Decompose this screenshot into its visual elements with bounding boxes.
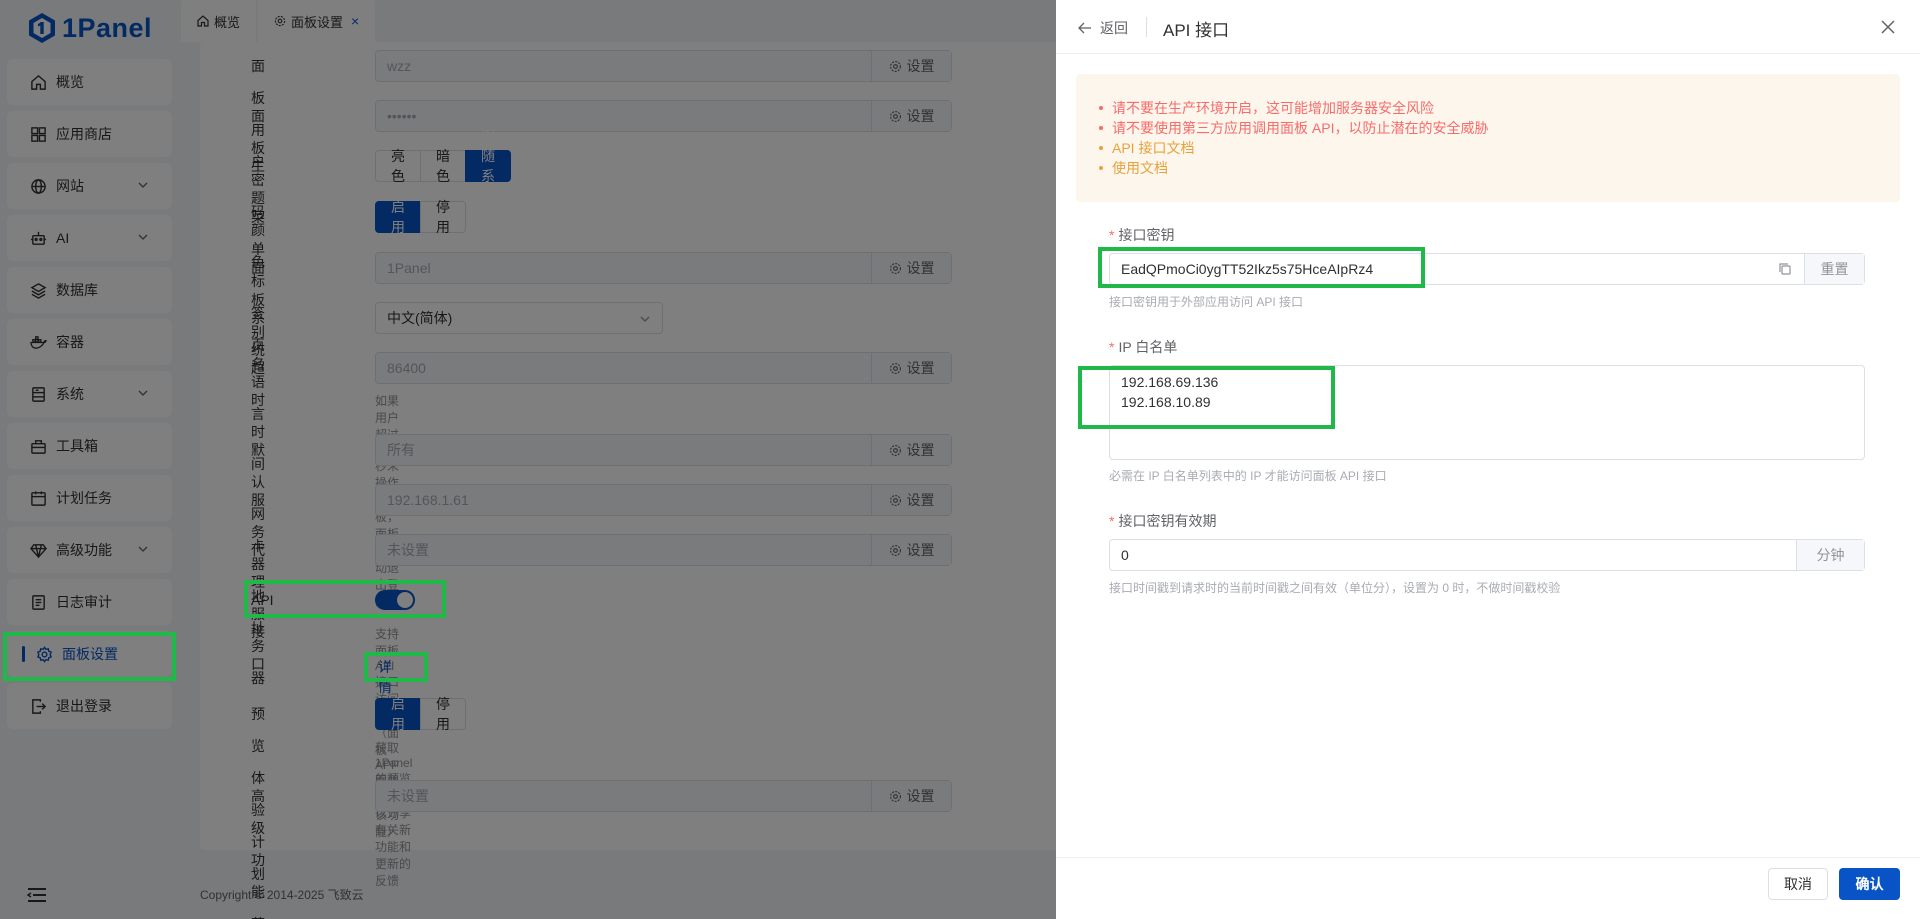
alert-item: 请不要使用第三方应用调用面板 API，以防止潜在的安全威胁 (1099, 118, 1900, 138)
key-validity-label-text: 接口密钥有效期 (1118, 513, 1217, 529)
key-validity-label: * 接口密钥有效期 (1109, 511, 1216, 531)
key-validity-input[interactable]: 0 分钟 (1109, 539, 1865, 571)
back-button[interactable]: 返回 (1078, 18, 1128, 38)
required-asterisk: * (1109, 339, 1115, 355)
usage-docs-link[interactable]: 使用文档 (1099, 158, 1900, 178)
ip-whitelist-entry: 192.168.69.136 (1121, 374, 1219, 390)
drawer-footer: 取消 确认 (1056, 857, 1920, 919)
reset-key-button[interactable]: 重置 (1804, 254, 1864, 284)
ip-whitelist-label-text: IP 白名单 (1118, 339, 1178, 355)
api-key-input[interactable]: EadQPmoCi0ygTT52Ikz5s75HceAIpRz4 重置 (1109, 253, 1865, 285)
api-key-value: EadQPmoCi0ygTT52Ikz5s75HceAIpRz4 (1121, 261, 1374, 277)
unit-minutes-label: 分钟 (1796, 540, 1864, 570)
ip-whitelist-entry: 192.168.10.89 (1121, 394, 1211, 410)
api-docs-link[interactable]: API 接口文档 (1099, 138, 1900, 158)
warning-alert: 请不要在生产环境开启，这可能增加服务器安全风险 请不要使用第三方应用调用面板 A… (1076, 74, 1900, 202)
ip-whitelist-hint: 必需在 IP 白名单列表中的 IP 才能访问面板 API 接口 (1109, 469, 1387, 483)
api-drawer: 返回 API 接口 请不要在生产环境开启，这可能增加服务器安全风险 请不要使用第… (1056, 0, 1920, 919)
confirm-button[interactable]: 确认 (1839, 868, 1900, 900)
api-key-label: * 接口密钥 (1109, 225, 1174, 245)
alert-item: 请不要在生产环境开启，这可能增加服务器安全风险 (1099, 98, 1900, 118)
copy-icon[interactable] (1778, 262, 1792, 276)
drawer-header: 返回 API 接口 (1056, 0, 1920, 54)
required-asterisk: * (1109, 513, 1115, 529)
required-asterisk: * (1109, 227, 1115, 243)
modal-overlay[interactable] (0, 0, 1056, 919)
api-key-hint: 接口密钥用于外部应用访问 API 接口 (1109, 295, 1304, 309)
key-validity-value: 0 (1121, 547, 1129, 563)
close-icon[interactable] (1880, 19, 1896, 35)
ip-whitelist-lines: 192.168.69.136 192.168.10.89 (1121, 372, 1853, 412)
ip-whitelist-textarea[interactable]: 192.168.69.136 192.168.10.89 (1109, 365, 1865, 460)
arrow-left-icon (1078, 22, 1091, 34)
api-key-label-text: 接口密钥 (1118, 227, 1175, 243)
back-label: 返回 (1100, 20, 1128, 36)
header-divider (1146, 17, 1147, 37)
drawer-title: API 接口 (1163, 21, 1230, 40)
cancel-button[interactable]: 取消 (1768, 868, 1828, 900)
ip-whitelist-label: * IP 白名单 (1109, 337, 1177, 357)
key-validity-hint: 接口时间戳到请求时的当前时间戳之间有效（单位分），设置为 0 时，不做时间戳校验 (1109, 581, 1561, 595)
